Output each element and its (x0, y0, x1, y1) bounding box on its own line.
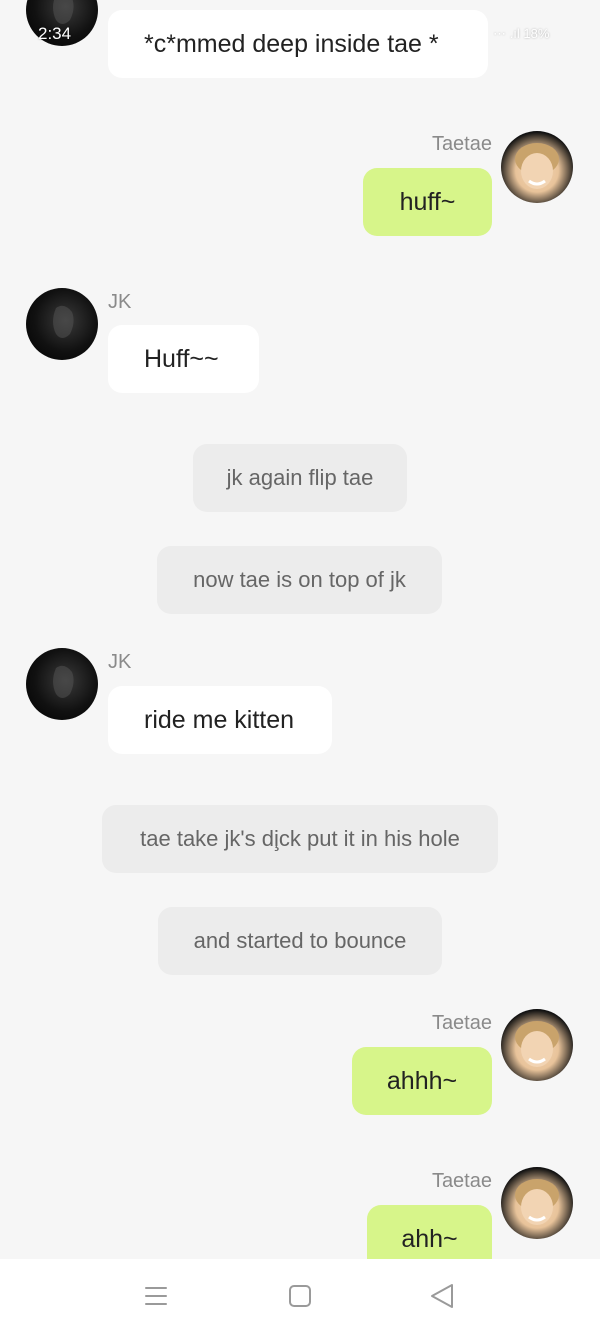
system-nav-bar (0, 1259, 600, 1333)
message-bubble-jk[interactable]: Huff~~ (108, 325, 259, 393)
status-time: 2:34 (38, 24, 72, 43)
message-bubble-taetae[interactable]: ahhh~ (352, 1047, 492, 1115)
home-square-icon[interactable] (280, 1279, 320, 1313)
narration-bubble[interactable]: jk again flip tae (193, 444, 407, 512)
status-indicators: ⋯ .ıl 18% (492, 26, 550, 41)
taetae-avatar[interactable] (501, 1009, 573, 1081)
narration-bubble[interactable]: now tae is on top of jk (157, 546, 442, 614)
jk-avatar[interactable] (26, 288, 98, 360)
sender-name-taetae: Taetae (431, 1012, 492, 1034)
jk-avatar[interactable] (26, 648, 98, 720)
narration-bubble[interactable]: tae take jk's di̧ck put it in his hole (102, 805, 498, 873)
menu-icon[interactable] (136, 1279, 176, 1313)
sender-name-taetae: Taetae (431, 133, 492, 155)
sender-name-jk: JK (108, 651, 132, 673)
narration-bubble[interactable]: and started to bounce (158, 907, 442, 975)
sender-name-taetae: Taetae (431, 1170, 492, 1192)
message-bubble-jk[interactable]: *c*mmed deep inside tae * (108, 10, 488, 78)
taetae-avatar[interactable] (501, 1167, 573, 1239)
back-triangle-icon[interactable] (422, 1279, 462, 1313)
sender-name-jk: JK (108, 291, 132, 313)
message-bubble-jk[interactable]: ride me kitten (108, 686, 332, 754)
taetae-avatar[interactable] (501, 131, 573, 203)
message-bubble-taetae[interactable]: huff~ (363, 168, 492, 236)
